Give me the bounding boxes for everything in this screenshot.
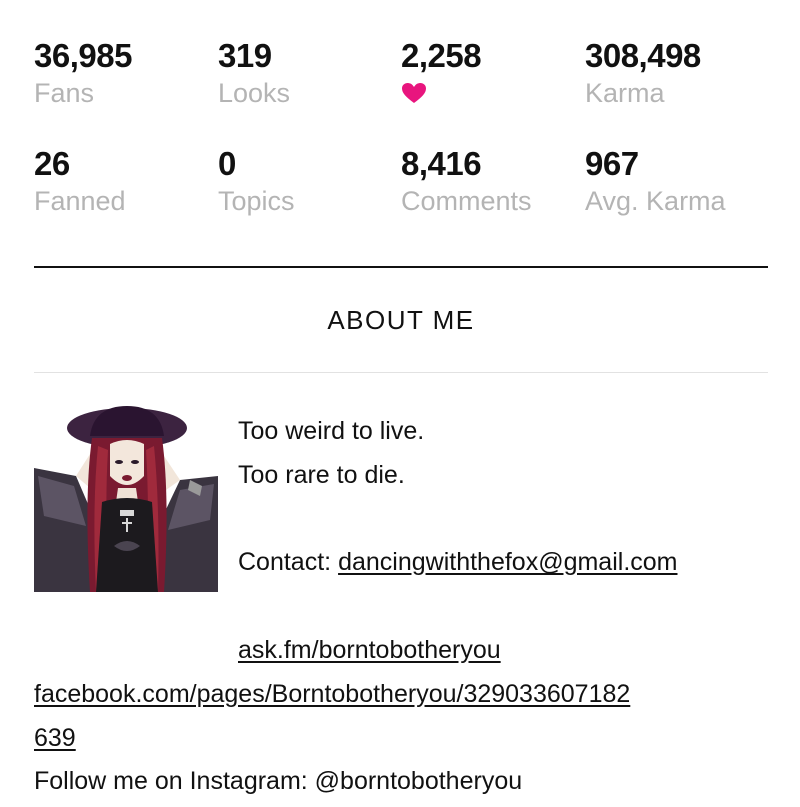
stat-avg-karma-value: 967 (585, 145, 639, 182)
heading-divider (34, 372, 768, 373)
stat-loves-value: 2,258 (401, 37, 482, 74)
stat-comments-value: 8,416 (401, 145, 482, 182)
stat-topics-value: 0 (218, 145, 236, 182)
stat-fanned-label: Fanned (34, 186, 126, 216)
stat-fans[interactable]: 36,985 Fans (34, 34, 214, 108)
stat-karma-label: Karma (585, 78, 665, 108)
avatar-drawing (34, 406, 218, 592)
stat-looks[interactable]: 319 Looks (218, 34, 398, 108)
stat-looks-label: Looks (218, 78, 291, 108)
facebook-line-2: 639 (34, 723, 76, 753)
avatar-illustration (34, 406, 218, 592)
bio-line-2: Too rare to die. (238, 461, 405, 489)
bio-line-1: Too weird to live. (238, 417, 425, 445)
stat-loves[interactable]: 2,258 (401, 34, 581, 109)
section-divider (34, 266, 768, 268)
askfm-line: ask.fm/borntobotheryou (238, 635, 501, 665)
contact-label: Contact: (238, 548, 339, 576)
facebook-link-continued[interactable]: 639 (34, 724, 76, 752)
stat-comments-label: Comments (401, 186, 532, 216)
contact-email-link[interactable]: dancingwiththefox@gmail.com (338, 548, 677, 576)
facebook-line-1: facebook.com/pages/Borntobotheryou/32903… (34, 679, 630, 709)
instagram-line: Follow me on Instagram: @borntobotheryou (34, 767, 523, 795)
facebook-link[interactable]: facebook.com/pages/Borntobotheryou/32903… (34, 680, 630, 708)
stat-fanned[interactable]: 26 Fanned (34, 142, 214, 216)
heart-icon (402, 83, 426, 103)
stat-fans-value: 36,985 (34, 37, 132, 74)
stat-topics[interactable]: 0 Topics (218, 142, 398, 216)
contact-line: Contact: dancingwiththefox@gmail.com (238, 547, 678, 577)
about-me-heading: ABOUT ME (327, 305, 475, 335)
stat-karma[interactable]: 308,498 Karma (585, 34, 765, 108)
askfm-link[interactable]: ask.fm/borntobotheryou (238, 636, 501, 664)
stat-fans-label: Fans (34, 78, 95, 108)
stat-avg-karma[interactable]: 967 Avg. Karma (585, 142, 765, 216)
stat-karma-value: 308,498 (585, 37, 701, 74)
stat-avg-karma-label: Avg. Karma (585, 186, 726, 216)
stat-fanned-value: 26 (34, 145, 70, 182)
stat-topics-label: Topics (218, 186, 295, 216)
stat-looks-value: 319 (218, 37, 272, 74)
stat-comments[interactable]: 8,416 Comments (401, 142, 581, 216)
